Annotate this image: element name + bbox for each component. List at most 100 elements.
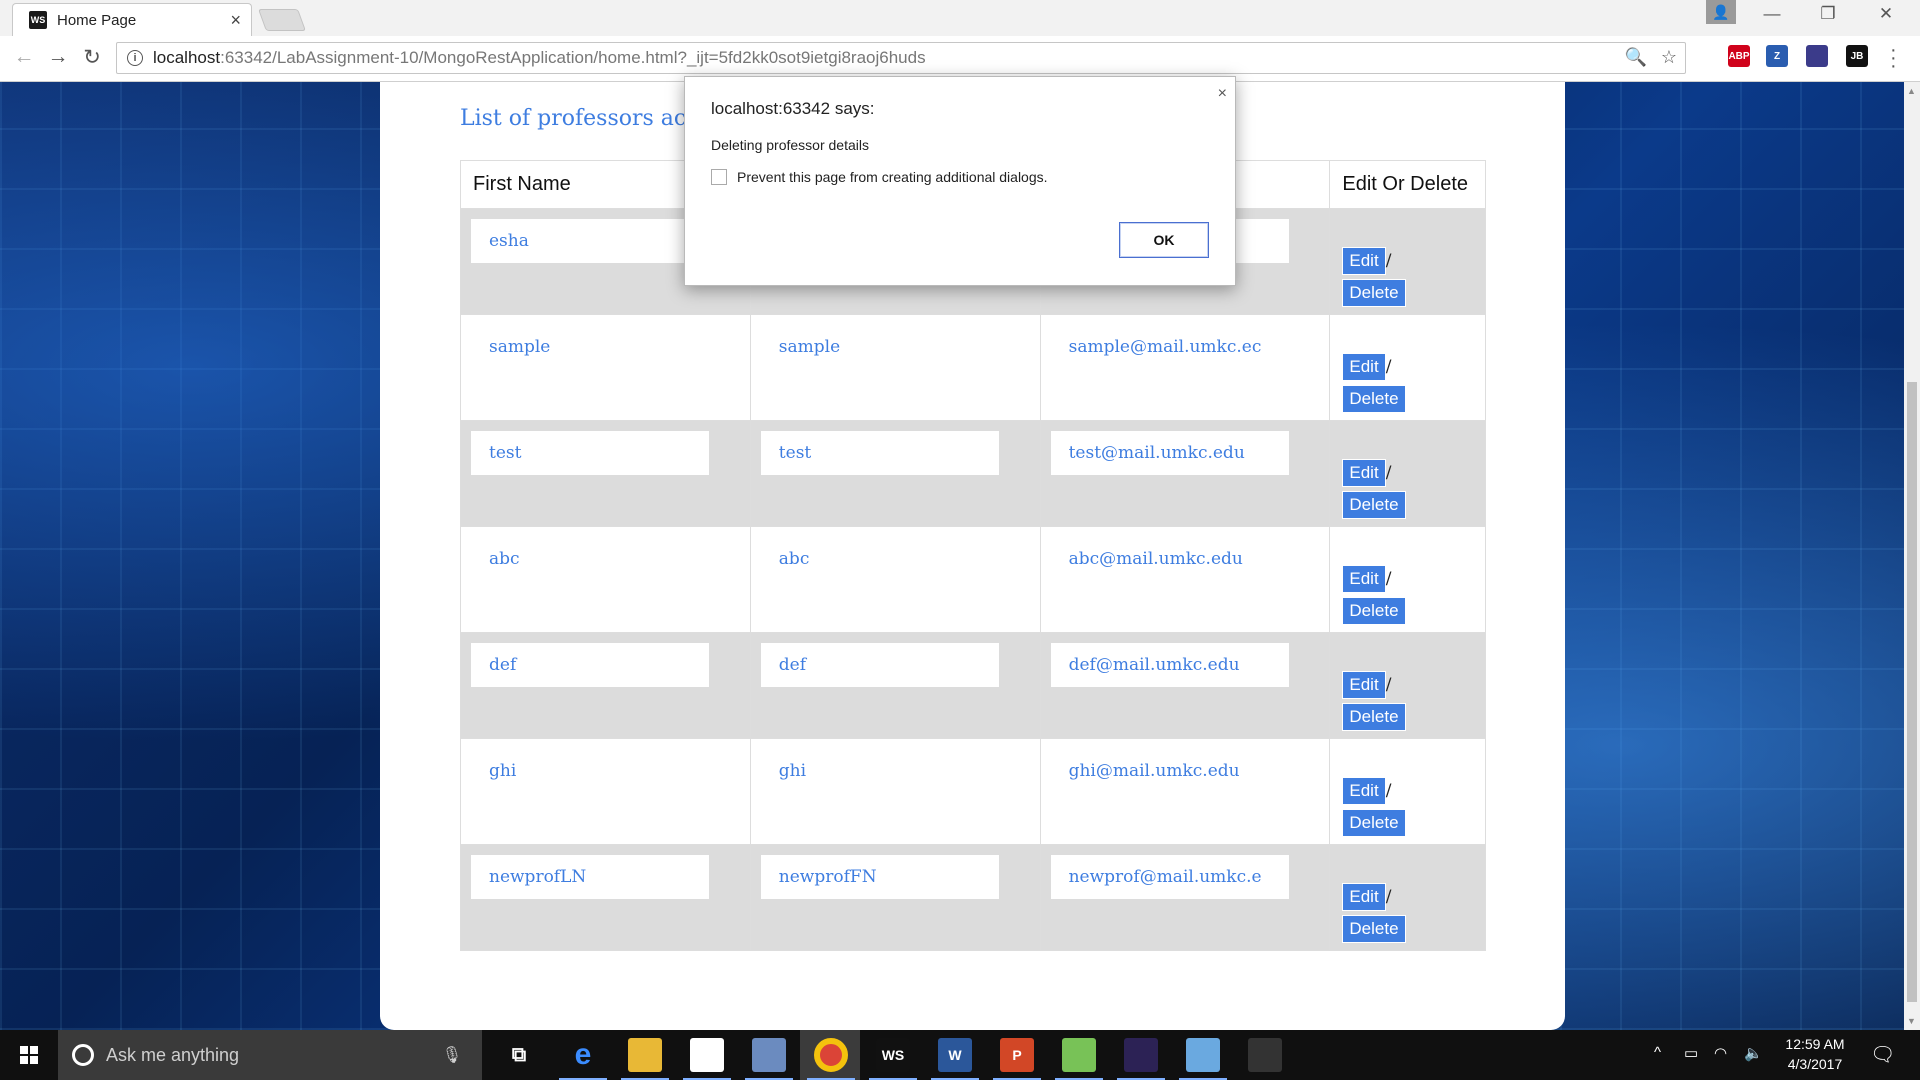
windows-taskbar: Ask me anything 🎙 ⧉ e WS W P ^ ▭ ◠ 🔈 12:59 A…: [0, 1030, 1920, 1080]
second-name-cell-value: ghi: [778, 761, 807, 781]
system-clock[interactable]: 12:59 AM 4/3/2017: [1770, 1034, 1860, 1074]
word-icon[interactable]: W: [938, 1038, 972, 1072]
zoom-icon[interactable]: 🔍: [1624, 47, 1646, 68]
eclipse-icon[interactable]: [1124, 1038, 1158, 1072]
tab-title: Home Page: [57, 11, 137, 29]
edit-button[interactable]: Edit: [1342, 353, 1386, 381]
zotero-icon[interactable]: Z: [1766, 45, 1788, 67]
webstorm-favicon-icon: WS: [29, 11, 47, 29]
edit-button[interactable]: Edit: [1342, 883, 1386, 911]
actions-cell: Edit / Delete: [1329, 632, 1486, 739]
action-separator: /: [1385, 569, 1392, 589]
page-scrollbar[interactable]: ▲ ▼: [1904, 82, 1920, 1030]
edit-button[interactable]: Edit: [1342, 671, 1386, 699]
action-separator: /: [1385, 781, 1392, 801]
chrome-menu-icon[interactable]: · · ·: [1890, 40, 1897, 76]
scroll-up-icon[interactable]: ▲: [1907, 86, 1916, 96]
first-name-cell-value: def: [471, 643, 709, 687]
app-icon[interactable]: [752, 1038, 786, 1072]
email-cell: abc@mail.umkc.edu: [1039, 526, 1331, 633]
action-separator: /: [1385, 463, 1392, 483]
delete-button[interactable]: Delete: [1342, 385, 1406, 413]
first-name-cell: test: [460, 420, 751, 527]
first-name-cell: sample: [460, 314, 751, 421]
first-name-cell-value: newprofLN: [471, 855, 709, 899]
jetbrains-icon[interactable]: JB: [1846, 45, 1868, 67]
first-name-cell-value: test: [471, 431, 709, 475]
user-profile-icon[interactable]: 👤: [1706, 0, 1736, 24]
start-button[interactable]: [0, 1030, 58, 1080]
email-cell-value: ghi@mail.umkc.edu: [1068, 761, 1240, 781]
dialog-close-icon[interactable]: ×: [1218, 85, 1227, 103]
prevent-dialogs-checkbox[interactable]: [711, 169, 727, 185]
task-view-icon[interactable]: ⧉: [502, 1038, 536, 1072]
edge-icon[interactable]: e: [566, 1038, 600, 1072]
tab-home-page[interactable]: WS Home Page ×: [12, 3, 252, 36]
close-window-icon[interactable]: ✕: [1866, 4, 1906, 24]
clock-date: 4/3/2017: [1787, 1056, 1843, 1072]
scroll-thumb[interactable]: [1907, 382, 1917, 1002]
email-cell: ghi@mail.umkc.edu: [1039, 738, 1331, 845]
actions-cell: Edit / Delete: [1329, 420, 1486, 527]
info-icon[interactable]: i: [127, 50, 143, 66]
restore-icon[interactable]: ❐: [1808, 4, 1848, 24]
action-center-icon[interactable]: 🗨: [1870, 1042, 1895, 1067]
address-bar[interactable]: i localhost:63342/LabAssignment-10/Mongo…: [116, 42, 1686, 74]
delete-button[interactable]: Delete: [1342, 809, 1406, 837]
store-icon[interactable]: [690, 1038, 724, 1072]
first-name-cell: ghi: [460, 738, 751, 845]
edit-button[interactable]: Edit: [1342, 247, 1386, 275]
edit-button[interactable]: Edit: [1342, 459, 1386, 487]
cortana-search-box[interactable]: Ask me anything 🎙: [58, 1030, 482, 1080]
second-name-cell: abc: [749, 526, 1041, 633]
edit-button[interactable]: Edit: [1342, 565, 1386, 593]
battery-icon[interactable]: ▭: [1684, 1044, 1698, 1062]
volume-icon[interactable]: 🔈: [1744, 1044, 1763, 1062]
chrome-icon[interactable]: [814, 1038, 848, 1072]
second-name-cell: def: [749, 632, 1041, 739]
scroll-down-icon[interactable]: ▼: [1907, 1016, 1916, 1026]
paint-icon[interactable]: [1186, 1038, 1220, 1072]
delete-button[interactable]: Delete: [1342, 491, 1406, 519]
second-name-cell: newprofFN: [749, 844, 1041, 951]
email-cell: sample@mail.umkc.ec: [1039, 314, 1331, 421]
prevent-dialogs-option[interactable]: Prevent this page from creating addition…: [711, 169, 1048, 185]
extension-icon[interactable]: [1806, 45, 1828, 67]
delete-button[interactable]: Delete: [1342, 915, 1406, 943]
first-name-cell: newprofLN: [460, 844, 751, 951]
second-name-cell-value: def: [760, 643, 999, 687]
second-name-cell: sample: [749, 314, 1041, 421]
new-tab-button[interactable]: [257, 9, 307, 31]
delete-button[interactable]: Delete: [1342, 597, 1406, 625]
ok-button[interactable]: OK: [1119, 222, 1209, 258]
reload-icon[interactable]: ↻: [78, 45, 106, 70]
delete-button[interactable]: Delete: [1342, 703, 1406, 731]
wifi-icon[interactable]: ◠: [1714, 1044, 1727, 1062]
bookmark-star-icon[interactable]: ☆: [1661, 47, 1677, 68]
forward-icon[interactable]: →: [44, 45, 72, 69]
second-name-cell-value: abc: [778, 549, 810, 569]
delete-button[interactable]: Delete: [1342, 279, 1406, 307]
edit-button[interactable]: Edit: [1342, 777, 1386, 805]
powerpoint-icon[interactable]: P: [1000, 1038, 1034, 1072]
minimize-icon[interactable]: —: [1752, 4, 1792, 24]
back-icon[interactable]: ←: [10, 45, 38, 69]
dialog-message: Deleting professor details: [711, 137, 869, 153]
actions-cell: Edit / Delete: [1329, 314, 1486, 421]
photos-icon[interactable]: [1248, 1038, 1282, 1072]
tab-close-icon[interactable]: ×: [230, 10, 241, 31]
microphone-icon[interactable]: 🎙: [442, 1045, 462, 1065]
show-hidden-icons-icon[interactable]: ^: [1654, 1044, 1661, 1061]
dialog-title: localhost:63342 says:: [711, 99, 875, 118]
search-placeholder: Ask me anything: [106, 1044, 240, 1065]
webstorm-icon[interactable]: WS: [876, 1038, 910, 1072]
email-cell-value: def@mail.umkc.edu: [1050, 643, 1289, 687]
first-name-cell-value: ghi: [489, 761, 517, 781]
col-edit-delete: Edit Or Delete: [1329, 160, 1486, 209]
actions-cell: Edit / Delete: [1329, 738, 1486, 845]
second-name-cell: test: [749, 420, 1041, 527]
adblock-plus-icon[interactable]: ABP: [1728, 45, 1750, 67]
file-explorer-icon[interactable]: [628, 1038, 662, 1072]
android-studio-icon[interactable]: [1062, 1038, 1096, 1072]
email-cell-value: newprof@mail.umkc.e: [1050, 855, 1289, 899]
